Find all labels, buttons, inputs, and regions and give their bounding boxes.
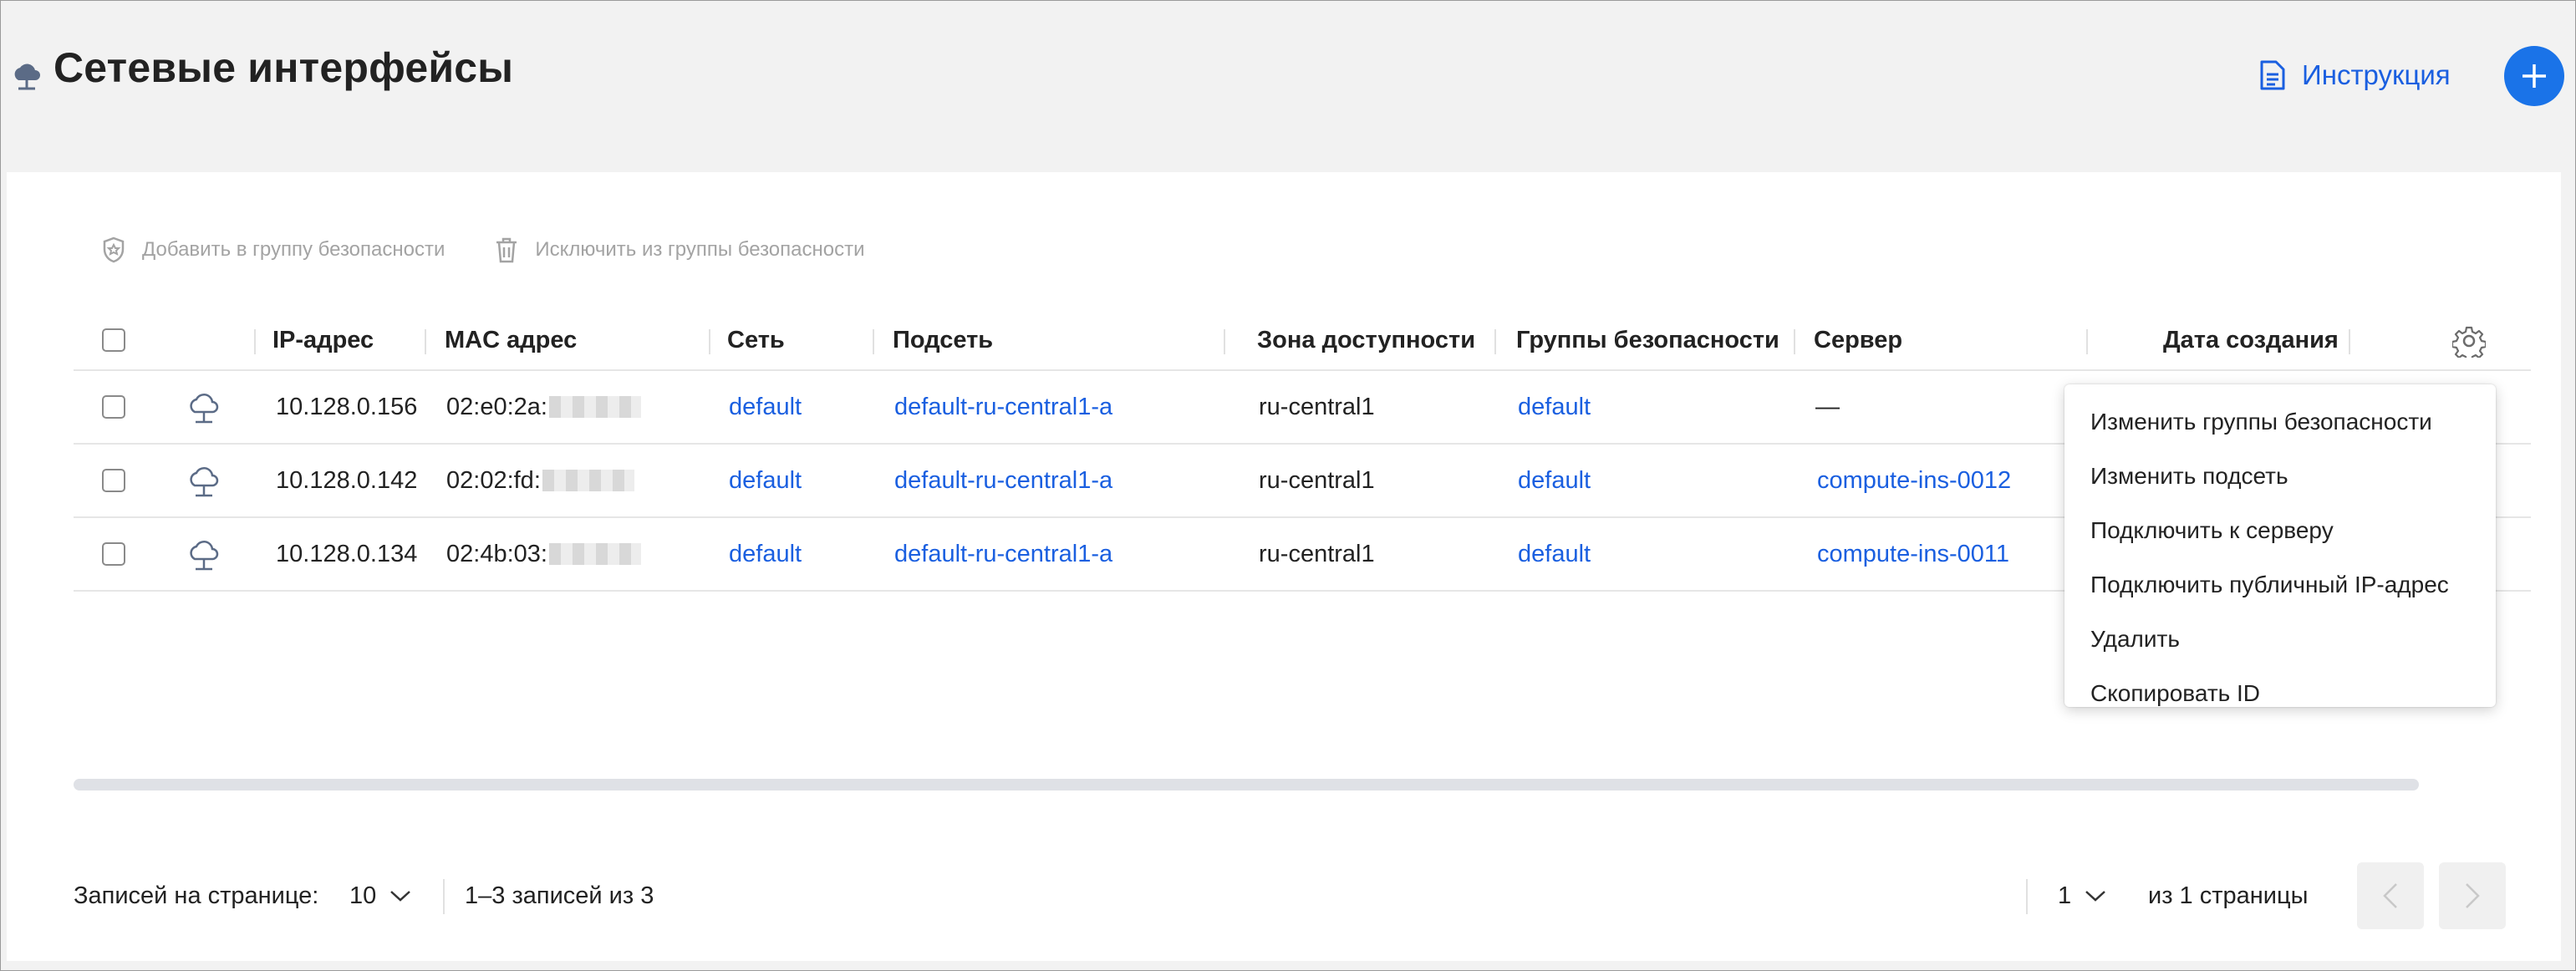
document-icon: [2260, 60, 2285, 90]
menu-item-attach-public-ip[interactable]: Подключить публичный IP-адрес: [2064, 557, 2496, 612]
footer-divider: [443, 879, 445, 914]
column-divider: [1224, 329, 1225, 354]
horizontal-scrollbar[interactable]: [74, 779, 2419, 791]
remove-from-security-group-button[interactable]: Исключить из группы безопасности: [493, 236, 865, 264]
instructions-button[interactable]: Инструкция: [2258, 53, 2451, 97]
per-page-label: Записей на странице:: [74, 882, 319, 909]
server-link[interactable]: compute-ins-0012: [1817, 445, 2011, 516]
subnet-link[interactable]: default-ru-central1-a: [894, 518, 1112, 590]
chevron-down-icon: [2085, 891, 2105, 902]
plus-icon: [2523, 64, 2546, 88]
column-divider: [1794, 329, 1795, 354]
cloud-network-icon: [190, 467, 219, 497]
ip-cell: 10.128.0.142: [276, 466, 418, 494]
per-page-value: 10: [349, 882, 377, 909]
per-page-select[interactable]: 10: [349, 862, 411, 929]
network-link[interactable]: default: [729, 518, 802, 590]
pagination-footer: Записей на странице: 10 1–3 записей из 3…: [74, 862, 2531, 929]
records-range: 1–3 записей из 3: [465, 882, 654, 909]
zone-cell: ru-central1: [1259, 466, 1375, 494]
select-all-checkbox[interactable]: [102, 328, 125, 352]
column-divider: [2086, 329, 2088, 354]
menu-item-edit-subnet[interactable]: Изменить подсеть: [2064, 449, 2496, 503]
chevron-down-icon: [390, 891, 411, 902]
column-created[interactable]: Дата создания: [2163, 311, 2339, 369]
zone-cell: ru-central1: [1259, 393, 1375, 420]
redacted-mask: [548, 543, 641, 565]
redacted-mask: [548, 396, 641, 418]
toolbar: Добавить в группу безопасности Исключить…: [100, 236, 865, 264]
column-server[interactable]: Сервер: [1814, 311, 1902, 369]
row-checkbox[interactable]: [102, 469, 125, 492]
mac-cell: 02:e0:2a:: [446, 371, 641, 443]
mac-cell: 02:02:fd:: [446, 445, 634, 516]
cloud-network-icon: [190, 541, 219, 571]
column-divider: [1494, 329, 1496, 354]
add-to-security-group-button[interactable]: Добавить в группу безопасности: [100, 236, 445, 264]
column-security-groups[interactable]: Группы безопасности: [1516, 311, 1779, 369]
chevron-left-icon: [2383, 883, 2397, 908]
server-cell: —: [1815, 393, 1840, 420]
page-value: 1: [2058, 882, 2072, 909]
column-divider: [873, 329, 874, 354]
column-divider: [425, 329, 426, 354]
security-group-link[interactable]: default: [1518, 518, 1591, 590]
mac-text: 02:02:fd:: [446, 466, 541, 494]
prev-page-button[interactable]: [2357, 862, 2424, 929]
menu-item-edit-security-groups[interactable]: Изменить группы безопасности: [2064, 394, 2496, 449]
cloud-network-icon: [190, 394, 219, 424]
column-ip[interactable]: IP-адрес: [272, 311, 374, 369]
add-to-security-group-label: Добавить в группу безопасности: [142, 238, 445, 261]
page-select[interactable]: 1: [2058, 862, 2106, 929]
select-all-checkbox-cell: [102, 311, 125, 369]
ip-cell: 10.128.0.156: [276, 393, 418, 420]
table-header: IP-адрес MAC адрес Сеть Подсеть Зона дос…: [74, 311, 2531, 371]
security-group-link[interactable]: default: [1518, 371, 1591, 443]
subnet-link[interactable]: default-ru-central1-a: [894, 371, 1112, 443]
column-subnet[interactable]: Подсеть: [893, 311, 993, 369]
row-checkbox[interactable]: [102, 542, 125, 566]
menu-item-attach-to-server[interactable]: Подключить к серверу: [2064, 503, 2496, 557]
mac-text: 02:4b:03:: [446, 540, 547, 567]
instructions-label: Инструкция: [2302, 59, 2451, 90]
mac-cell: 02:4b:03:: [446, 518, 641, 590]
row-checkbox[interactable]: [102, 395, 125, 419]
page-title: Сетевые интерфейсы: [53, 44, 514, 91]
column-zone[interactable]: Зона доступности: [1257, 311, 1475, 369]
menu-item-copy-id[interactable]: Скопировать ID: [2064, 666, 2496, 720]
mac-text: 02:e0:2a:: [446, 393, 547, 420]
network-link[interactable]: default: [729, 445, 802, 516]
column-mac[interactable]: MAC адрес: [445, 311, 577, 369]
column-network[interactable]: Сеть: [727, 311, 785, 369]
subnet-link[interactable]: default-ru-central1-a: [894, 445, 1112, 516]
trash-icon: [496, 237, 517, 263]
column-divider: [2349, 329, 2350, 354]
column-divider: [709, 329, 710, 354]
chevron-right-icon: [2466, 883, 2480, 908]
row-context-menu: Изменить группы безопасности Изменить по…: [2064, 384, 2496, 707]
network-link[interactable]: default: [729, 371, 802, 443]
menu-item-delete[interactable]: Удалить: [2064, 612, 2496, 666]
redacted-mask: [542, 470, 634, 491]
cloud-icon: [14, 64, 40, 90]
next-page-button[interactable]: [2439, 862, 2506, 929]
gear-icon[interactable]: [2452, 324, 2486, 358]
add-button[interactable]: [2504, 46, 2564, 106]
server-link[interactable]: compute-ins-0011: [1817, 518, 2009, 590]
ip-cell: 10.128.0.134: [276, 540, 418, 567]
zone-cell: ru-central1: [1259, 540, 1375, 567]
remove-from-security-group-label: Исключить из группы безопасности: [535, 238, 865, 261]
security-group-link[interactable]: default: [1518, 445, 1591, 516]
footer-divider: [2026, 879, 2028, 914]
shield-icon: [103, 236, 125, 263]
pages-total: из 1 страницы: [2148, 882, 2309, 909]
column-divider: [254, 329, 256, 354]
